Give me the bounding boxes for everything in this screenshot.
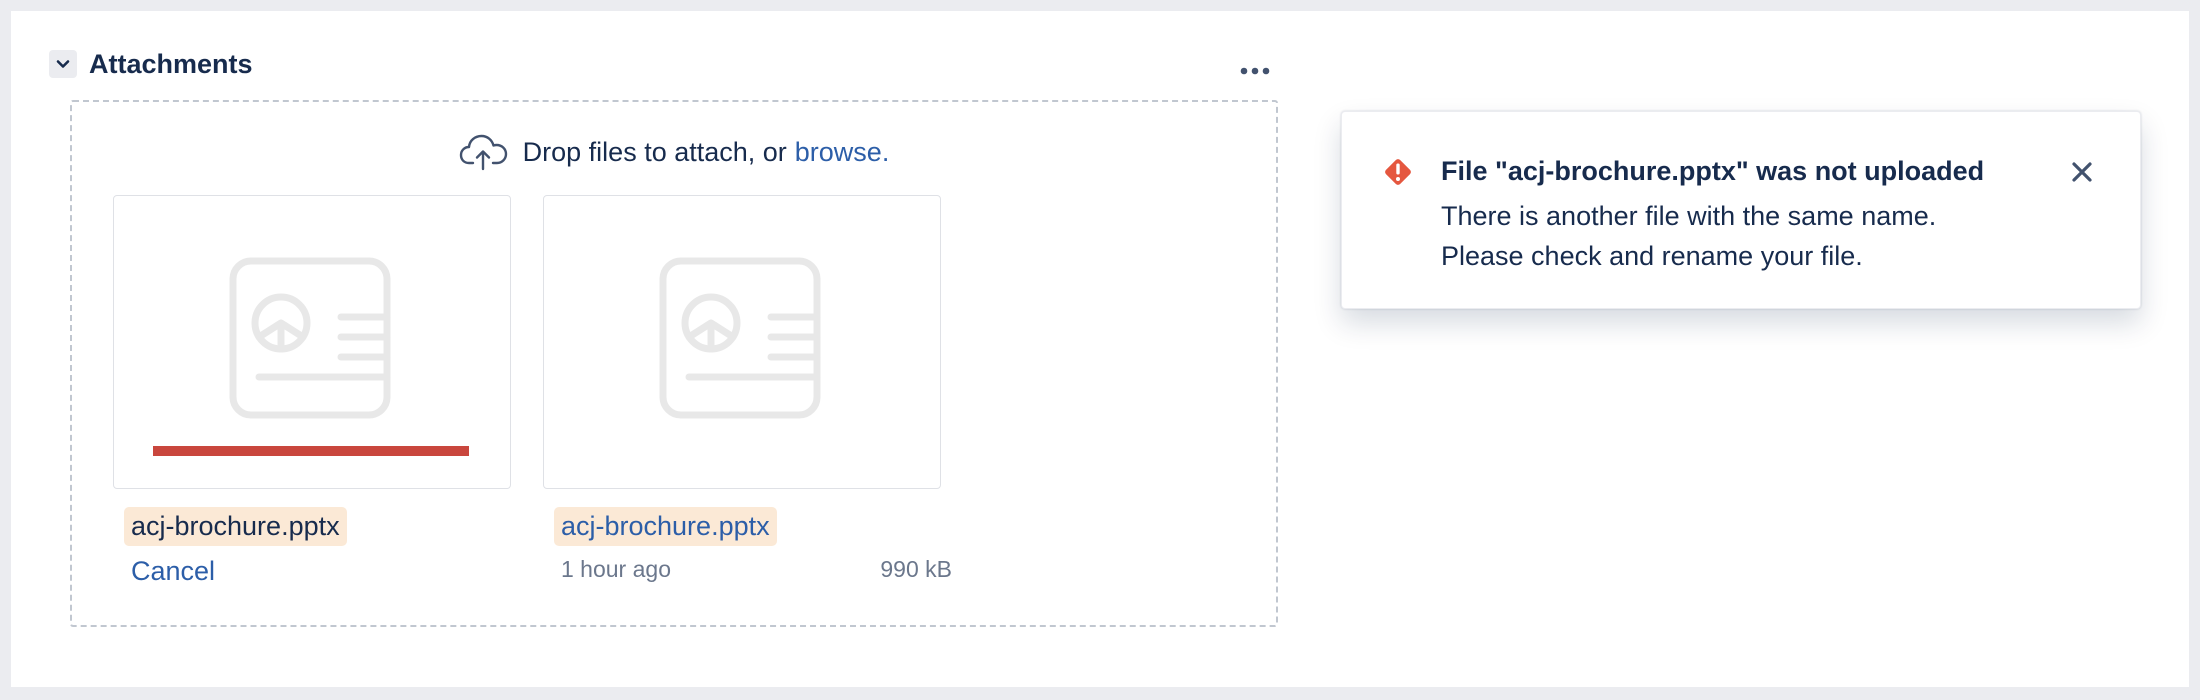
presentation-file-icon [229, 257, 391, 419]
file-timestamp: 1 hour ago [561, 556, 671, 582]
cloud-upload-icon [459, 132, 509, 172]
file-size: 990 kB [880, 556, 952, 582]
flag-body-line: Please check and rename your file. [1441, 241, 1863, 271]
file-name-link[interactable]: acj-brochure.pptx [554, 507, 777, 546]
collapse-toggle[interactable] [49, 50, 77, 78]
more-actions-button[interactable] [1231, 51, 1279, 91]
drop-text: Drop files to attach, or [522, 136, 787, 167]
more-horizontal-icon [1240, 67, 1270, 75]
cancel-upload-button[interactable]: Cancel [131, 556, 215, 587]
flag-description: There is another file with the same name… [1441, 196, 1936, 276]
chevron-down-icon [56, 60, 70, 68]
flag-title: File "acj-brochure.pptx" was not uploade… [1441, 156, 1985, 186]
dismiss-flag-button[interactable] [2064, 154, 2100, 190]
presentation-file-icon [659, 257, 821, 419]
upload-error-flag: File "acj-brochure.pptx" was not uploade… [1341, 111, 2141, 309]
section-title: Attachments [89, 48, 253, 79]
file-card-failed[interactable] [113, 195, 511, 489]
drop-instructions: Drop files to attach, or browse. [72, 132, 1276, 172]
file-dropzone[interactable]: Drop files to attach, or browse. acj-bro… [70, 100, 1278, 627]
section-header: Attachments [49, 46, 253, 82]
error-icon [1385, 159, 1411, 185]
browse-link[interactable]: browse. [795, 137, 890, 168]
file-name-failed: acj-brochure.pptx [124, 507, 347, 546]
upload-progress-fill [153, 446, 469, 456]
close-icon [2072, 162, 2092, 182]
upload-progress-bar [153, 446, 469, 456]
flag-body-line: There is another file with the same name… [1441, 201, 1937, 231]
file-card-uploaded[interactable] [543, 195, 941, 489]
attachments-panel: Attachments Drop files to attach, or bro… [11, 11, 2189, 687]
